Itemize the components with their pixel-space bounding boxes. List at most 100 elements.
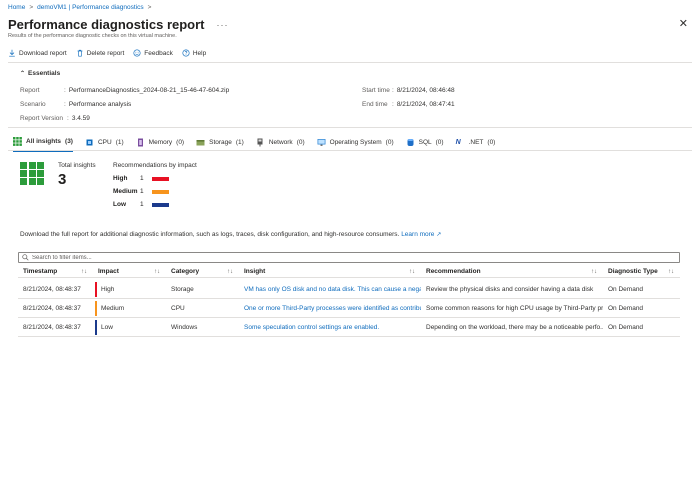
- impact-count: 1: [140, 175, 144, 182]
- end-label: End time: [362, 101, 388, 108]
- table-row[interactable]: 8/21/2024, 08:48:37 Medium CPU One or mo…: [18, 300, 680, 318]
- version-value: 3.4.59: [71, 115, 90, 122]
- column-header-timestamp[interactable]: Timestamp ↑↓: [18, 266, 93, 277]
- cell-category: CPU: [171, 305, 185, 312]
- sql-database-icon: [407, 139, 414, 146]
- divider: [8, 127, 692, 128]
- chevron-up-icon: ⌃: [20, 71, 26, 77]
- sort-icon: ↑↓: [81, 268, 87, 275]
- download-icon: [9, 49, 15, 57]
- cell-insight-link[interactable]: One or more Third-Party processes were i…: [239, 300, 421, 317]
- sort-icon: ↑↓: [154, 268, 160, 275]
- start-label: Start time: [362, 87, 390, 94]
- cell-insight-link[interactable]: Some speculation control settings are en…: [239, 319, 421, 336]
- impact-high-row: High 1: [113, 175, 169, 182]
- column-header-insight[interactable]: Insight ↑↓: [239, 266, 421, 277]
- essentials-end: End time : 8/21/2024, 08:47:41: [362, 101, 455, 108]
- cell-diagnostic-type: On Demand: [608, 305, 644, 312]
- column-header-category[interactable]: Category ↑↓: [166, 266, 239, 277]
- chevron-right-icon: >: [147, 4, 152, 11]
- breadcrumb: Home > demoVM1 | Performance diagnostics…: [8, 4, 151, 11]
- tab-label: Storage: [209, 139, 232, 146]
- impact-medium-stripe: [95, 301, 97, 316]
- separator: :: [67, 115, 69, 122]
- essentials-start: Start time : 8/21/2024, 08:46:48: [362, 87, 455, 94]
- help-button[interactable]: Help: [182, 49, 206, 57]
- column-label: Impact: [98, 268, 119, 275]
- report-label: Report: [20, 87, 40, 94]
- tab-count: (0): [487, 139, 496, 146]
- impact-name: Medium: [113, 188, 138, 195]
- cell-diagnostic-type: On Demand: [608, 286, 644, 293]
- download-report-button[interactable]: Download report: [8, 49, 67, 57]
- description-text: Download the full report for additional …: [20, 231, 400, 238]
- learn-more-link[interactable]: Learn more ↗: [401, 231, 441, 238]
- report-description: Download the full report for additional …: [20, 231, 441, 238]
- essentials-toggle[interactable]: ⌃ Essentials: [20, 70, 60, 77]
- column-label: Timestamp: [23, 268, 58, 275]
- essentials-heading: Essentials: [28, 70, 61, 77]
- cpu-icon: [86, 139, 93, 146]
- impact-low-stripe: [95, 320, 97, 335]
- separator: :: [64, 87, 66, 94]
- trash-icon: [77, 49, 83, 57]
- filter-input[interactable]: [32, 254, 632, 261]
- smiley-icon: [133, 49, 141, 57]
- more-options-icon[interactable]: ···: [217, 20, 229, 30]
- scenario-value: Performance analysis: [68, 101, 132, 108]
- column-label: Recommendation: [426, 268, 481, 275]
- column-label: Insight: [244, 268, 266, 275]
- tab-label: Memory: [148, 139, 173, 146]
- feedback-label: Feedback: [144, 49, 173, 57]
- cell-timestamp: 8/21/2024, 08:48:37: [23, 305, 81, 312]
- essentials-version: Report Version : 3.4.59: [20, 115, 90, 122]
- column-header-diagnostic-type[interactable]: Diagnostic Type ↑↓: [603, 266, 680, 277]
- delete-report-label: Delete report: [86, 49, 125, 57]
- tab-count: (1): [235, 139, 244, 146]
- tab-label: Network: [268, 139, 293, 146]
- cell-category: Windows: [171, 324, 198, 331]
- cell-insight-link[interactable]: VM has only OS disk and no data disk. Th…: [239, 281, 421, 298]
- feedback-button[interactable]: Feedback: [133, 49, 173, 57]
- page-subtitle: Results of the performance diagnostic ch…: [8, 33, 177, 39]
- column-label: Category: [171, 268, 200, 275]
- help-icon: [182, 49, 190, 57]
- impact-low-row: Low 1: [113, 201, 169, 208]
- chevron-right-icon: >: [29, 4, 34, 11]
- page-title: Performance diagnostics report: [8, 17, 205, 32]
- impact-low-bar: [152, 202, 169, 207]
- essentials-report: Report : PerformanceDiagnostics_2024-08-…: [20, 87, 229, 94]
- end-value: 8/21/2024, 08:47:41: [396, 101, 455, 108]
- impact-count: 1: [140, 201, 144, 208]
- column-header-recommendation[interactable]: Recommendation ↑↓: [421, 266, 603, 277]
- table-row[interactable]: 8/21/2024, 08:48:37 Low Windows Some spe…: [18, 319, 680, 337]
- tab-count: (1): [115, 139, 124, 146]
- storage-icon: [196, 140, 205, 146]
- separator: :: [64, 101, 66, 108]
- filter-box: [18, 252, 680, 263]
- breadcrumb-home-link[interactable]: Home: [8, 4, 25, 11]
- tab-label: .NET: [468, 139, 484, 146]
- page-title-row: Performance diagnostics report ···: [8, 17, 229, 32]
- impact-name: High: [113, 175, 128, 182]
- impact-high-stripe: [95, 282, 97, 297]
- sort-icon: ↑↓: [668, 268, 674, 275]
- close-icon[interactable]: ✕: [679, 17, 688, 30]
- tab-count: (0): [176, 139, 185, 146]
- column-header-impact[interactable]: Impact ↑↓: [93, 266, 166, 277]
- breadcrumb-vm-link[interactable]: demoVM1 | Performance diagnostics: [37, 4, 143, 11]
- cell-impact: Low: [93, 319, 166, 336]
- tab-label: CPU: [97, 139, 112, 146]
- delete-report-button[interactable]: Delete report: [76, 49, 125, 57]
- table-row[interactable]: 8/21/2024, 08:48:37 High Storage VM has …: [18, 281, 680, 299]
- toolbar: Download report Delete report Feedback H…: [8, 49, 206, 57]
- column-label: Diagnostic Type: [608, 268, 658, 275]
- monitor-icon: [317, 139, 326, 146]
- grid-icon: [13, 137, 22, 146]
- separator: :: [392, 87, 394, 94]
- tab-label: All insights: [26, 138, 62, 145]
- tab-count: (0): [435, 139, 444, 146]
- impact-text: High: [101, 286, 115, 293]
- download-report-label: Download report: [19, 49, 67, 57]
- tab-label: SQL: [418, 139, 432, 146]
